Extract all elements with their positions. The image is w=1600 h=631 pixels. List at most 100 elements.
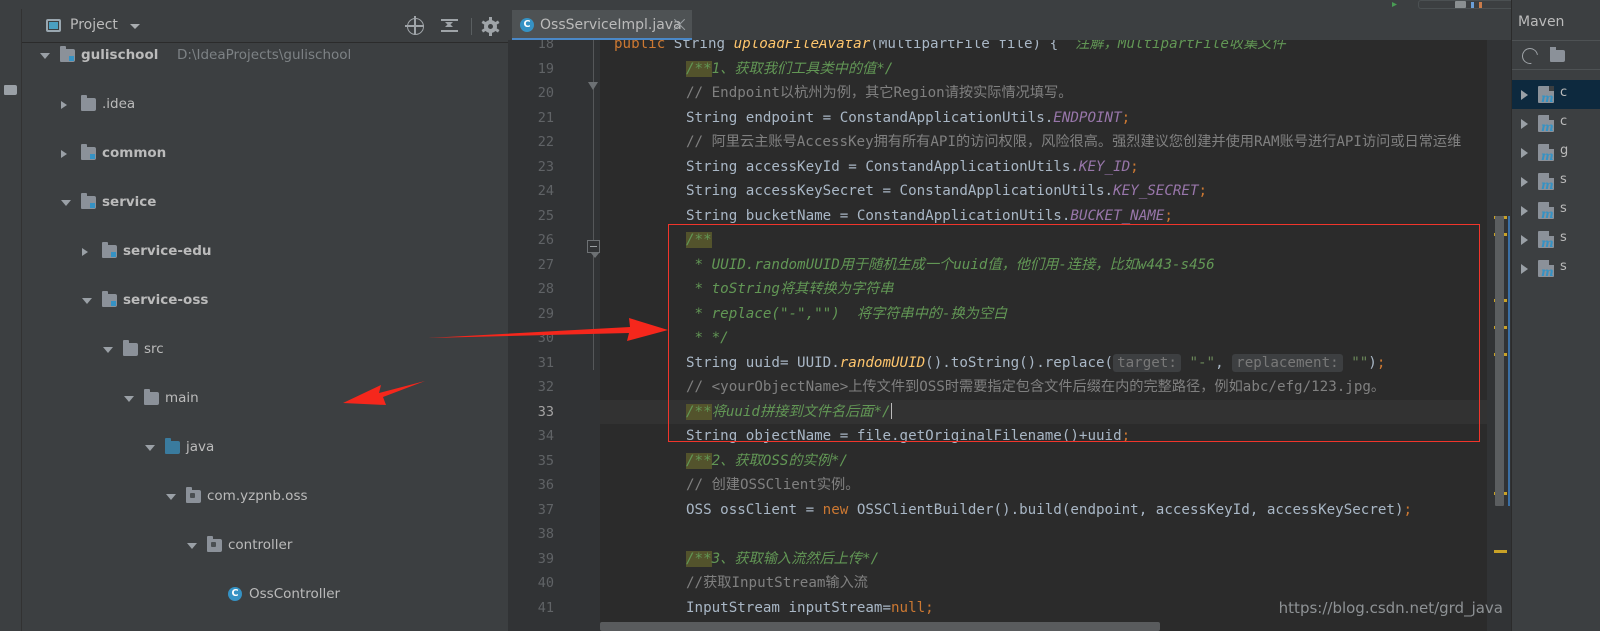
tree-item-service-edu[interactable]: service-edu	[22, 239, 508, 264]
code-editor[interactable]: 18 19 20 21 22 23 24 25 26 27 28 29 30 31 32 33 34 35 36 37…	[508, 40, 1511, 631]
chevron-right-icon[interactable]	[1521, 119, 1528, 129]
structure-icon[interactable]	[4, 85, 17, 95]
tree-item--idea[interactable]: .idea	[22, 92, 508, 117]
maven-project-row[interactable]: ms	[1512, 196, 1600, 225]
code-line-36[interactable]: // 创建OSSClient实例。	[686, 473, 859, 498]
code-line-33[interactable]: /**将uuid拼接到文件名后面*/	[686, 400, 893, 425]
maven-project-row[interactable]: ms	[1512, 167, 1600, 196]
code-line-35[interactable]: /**2、获取OSS的实例*/	[686, 449, 848, 474]
maven-project-label: c	[1560, 85, 1568, 100]
line-number: 18	[537, 40, 554, 52]
tool-window-button-project[interactable]: 1: Project	[0, 21, 1, 85]
chevron-down-icon[interactable]	[124, 396, 134, 402]
code-line-37[interactable]: OSS ossClient = new OSSClientBuilder().b…	[686, 498, 1412, 523]
code-line-20[interactable]: // Endpoint以杭州为例，其它Region请按实际情况填写。	[686, 81, 1072, 106]
code-line-39[interactable]: /**3、获取输入流然后上传*/	[686, 547, 879, 572]
tree-item-common[interactable]: common	[22, 141, 508, 166]
folder-icon[interactable]	[1550, 47, 1565, 62]
tree-item-gulischool[interactable]: gulischool D:\IdeaProjects\gulischool	[22, 43, 508, 68]
code-line-21[interactable]: String endpoint = ConstandApplicationUti…	[686, 106, 1130, 131]
run-icon[interactable]	[1392, 2, 1397, 7]
code-line-18[interactable]: public String uploadFileAvatar(Multipart…	[614, 40, 1286, 57]
reload-icon[interactable]	[1518, 44, 1542, 68]
code-line-25[interactable]: String bucketName = ConstandApplicationU…	[686, 204, 1173, 229]
code-line-41[interactable]: InputStream inputStream=null;	[686, 596, 934, 621]
chevron-right-icon[interactable]	[1521, 148, 1528, 158]
code-line-27[interactable]: * UUID.randomUUID用于随机生成一个uuid值，他们用-连接，比如…	[686, 253, 1215, 278]
chevron-down-icon[interactable]	[187, 543, 197, 549]
line-number: 32	[537, 379, 554, 395]
editor-tab-ossserviceimpl[interactable]: C OssServiceImpl.java	[512, 10, 692, 40]
code-line-24[interactable]: String accessKeySecret = ConstandApplica…	[686, 179, 1207, 204]
code-line-19[interactable]: /**1、获取我们工具类中的值*/	[686, 57, 893, 82]
chevron-down-icon[interactable]	[40, 53, 50, 59]
code-line-26[interactable]: /**	[686, 228, 712, 253]
maven-project-row[interactable]: mc	[1512, 80, 1600, 109]
maven-project-row[interactable]: mg	[1512, 138, 1600, 167]
code-line-32[interactable]: // <yourObjectName>上传文件到OSS时需要指定包含文件后缀在内…	[686, 375, 1385, 400]
tree-item-label: gulischool	[81, 47, 159, 63]
chevron-down-icon[interactable]	[145, 445, 155, 451]
line-number: 23	[537, 158, 554, 175]
chevron-right-icon[interactable]	[1521, 206, 1528, 216]
line-number: 20	[537, 85, 554, 101]
collapse-all-icon[interactable]	[440, 18, 459, 35]
error-stripe-marker-column[interactable]	[1487, 40, 1511, 631]
tree-item-src[interactable]: src	[22, 337, 508, 362]
chevron-right-icon[interactable]	[61, 101, 67, 109]
code-line-23[interactable]: String accessKeyId = ConstandApplication…	[686, 155, 1139, 180]
line-number-gutter[interactable]: 18 19 20 21 22 23 24 25 26 27 28 29 30 31 32 33 34 35 36 37…	[508, 40, 600, 631]
chevron-right-icon[interactable]	[1521, 90, 1528, 100]
tree-item-label: service-oss	[123, 292, 209, 308]
code-line-34[interactable]: String objectName = file.getOriginalFile…	[686, 424, 1130, 449]
vertical-scrollbar-thumb[interactable]	[1495, 216, 1504, 506]
chevron-down-icon[interactable]	[130, 24, 140, 29]
code-line-28[interactable]: * toString将其转换为字符串	[686, 277, 894, 302]
chevron-down-icon[interactable]	[103, 347, 113, 353]
maven-project-label: c	[1560, 114, 1568, 129]
locate-icon[interactable]	[405, 16, 424, 35]
code-line-22[interactable]: // 阿里云主账号AccessKey拥有所有API的访问权限，风险很高。强烈建议…	[686, 130, 1461, 155]
tree-item-osscontroller[interactable]: C OssController	[22, 582, 508, 607]
chevron-down-icon[interactable]	[61, 200, 71, 206]
tree-item-service[interactable]: service	[22, 190, 508, 215]
tree-item-label: main	[165, 390, 199, 406]
maven-project-row[interactable]: mc	[1512, 109, 1600, 138]
chevron-right-icon[interactable]	[1521, 177, 1528, 187]
tree-item-controller[interactable]: controller	[22, 533, 508, 558]
code-line-31[interactable]: String uuid= UUID.randomUUID().toString(…	[686, 351, 1385, 376]
tree-item-java[interactable]: java	[22, 435, 508, 460]
maven-project-row[interactable]: ms	[1512, 225, 1600, 254]
tree-item-service-oss[interactable]: service-oss	[22, 288, 508, 313]
chevron-right-icon[interactable]	[1521, 235, 1528, 245]
line-number: 41	[537, 599, 554, 616]
stripe-marker[interactable]	[1494, 550, 1507, 553]
module-folder-icon	[81, 144, 96, 160]
close-icon[interactable]	[673, 18, 686, 31]
chevron-down-icon[interactable]	[166, 494, 176, 500]
horizontal-scrollbar[interactable]	[600, 622, 1160, 631]
line-number: 39	[537, 550, 554, 567]
code-line-30[interactable]: * */	[686, 326, 729, 351]
plain-folder-icon	[81, 95, 96, 111]
maven-module-icon: m	[1538, 202, 1554, 220]
line-number: 33	[537, 403, 554, 420]
fold-marker-javadoc[interactable]	[587, 240, 600, 258]
fold-marker-method[interactable]	[588, 82, 599, 91]
tree-item-main[interactable]: main	[22, 386, 508, 411]
project-tree[interactable]: gulischool D:\IdeaProjects\gulischool .ide…	[22, 43, 508, 631]
watermark-text: https://blog.csdn.net/grd_java	[1278, 599, 1503, 617]
chevron-right-icon[interactable]	[82, 248, 88, 256]
tree-item-com-yzpnb-oss[interactable]: com.yzpnb.oss	[22, 484, 508, 509]
stop-icon[interactable]	[1455, 1, 1466, 8]
chevron-right-icon[interactable]	[61, 150, 67, 158]
code-text[interactable]: public String uploadFileAvatar(Multipart…	[600, 40, 1511, 631]
gear-icon[interactable]	[481, 17, 500, 36]
chevron-right-icon[interactable]	[1521, 264, 1528, 274]
chevron-down-icon[interactable]	[82, 298, 92, 304]
tree-item-label: src	[144, 341, 164, 357]
code-line-40[interactable]: //获取InputStream输入流	[686, 571, 868, 596]
tree-item-label: service	[102, 194, 157, 210]
maven-project-row[interactable]: ms	[1512, 254, 1600, 283]
code-line-29[interactable]: * replace("-","") 将字符串中的-换为空白	[686, 302, 1008, 327]
